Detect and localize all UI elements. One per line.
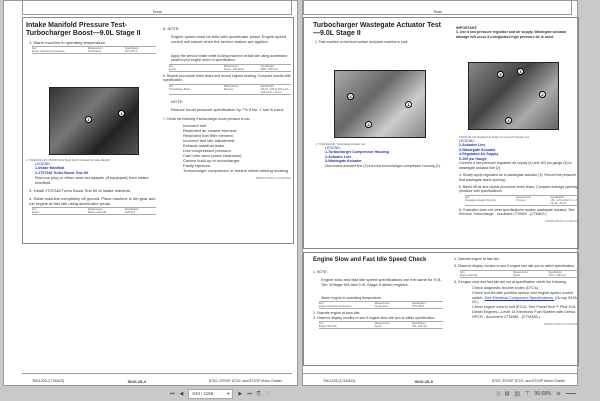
reference-id: JH30833,0000181-19-20201104 — [544, 220, 579, 224]
step-3-warning: 3. Use a low pressure regulator and air … — [456, 30, 567, 39]
intake-manifold-photo: 12 — [49, 87, 139, 155]
step-3: 3. Observe display monitor to see if eng… — [313, 315, 436, 320]
legend: LEGEND: 1-Intake Manifold 2-JT07248 Turbo … — [35, 162, 89, 175]
step-5: 5. Bleed off air and repeat procedure th… — [459, 184, 578, 194]
last-page-button[interactable]: ⏭ — [247, 391, 252, 397]
spec-table: Item Measurement Specification Engine Fast … — [460, 269, 578, 278]
zoom-slider[interactable] — [565, 393, 576, 394]
step-3-text: Connect a low pressure regulated air sup… — [459, 161, 572, 170]
step-1: 1. Park machine on flat level surface an… — [315, 40, 409, 45]
reference-id: RP69407,00001A1-19-20210623 — [255, 176, 291, 180]
step-7: 7. Check the following if turbocharger b… — [163, 116, 251, 121]
spec-table: Item Measurement Specification Wastegate Ac… — [465, 194, 579, 206]
spec-table: Item Measurement Specification Engine Slow … — [319, 321, 443, 330]
zoom-level[interactable]: 99.68% — [534, 391, 551, 397]
step-5-text: Apply the service brake while holding ma… — [171, 54, 288, 63]
intake-manifold-section: Intake Manifold Pressure Test-Turbocharg… — [22, 17, 294, 244]
note-label: NOTE: — [171, 98, 184, 104]
two-page-view-icon[interactable]: ▯▯ — [514, 390, 521, 397]
regulated-air-photo: 5324 — [468, 62, 559, 130]
checks-list: Check diagnostic trouble codes (DTCs). C… — [472, 286, 578, 319]
section-title: Engine Slow and Fast Idle Speed Check — [313, 257, 427, 263]
idle-speed-section: Engine Slow and Fast Idle Speed Check 1.… — [303, 252, 579, 366]
left-page: Tests Intake Manifold Pressure Test-Turb… — [3, 0, 298, 386]
actuator-line-photo: 312 — [334, 70, 426, 138]
continuous-view-icon[interactable]: ▤ — [505, 391, 510, 397]
note-text: Engine speed must be held with accelerat… — [171, 34, 287, 44]
warm-engine-text: Warm engine to operating temperature. — [321, 295, 382, 300]
spec-table: Item Measurement Specification Engine Speed—… — [32, 207, 156, 216]
page-footer: TM11206 (17JAN23) 9010-25-5 870G, 870GP, 8… — [303, 373, 577, 384]
zoom-out-icon[interactable]: ⊖ — [556, 391, 560, 397]
step-5-note: 5. NOTE: — [163, 26, 180, 31]
first-page-button[interactable]: ⏮ — [170, 391, 175, 397]
note-text: Reduce boost pressure specification by 7… — [171, 106, 284, 112]
step-2-text: Disconnect actuator line (2) from the tu… — [325, 163, 441, 168]
single-page-view-icon[interactable]: ▯ — [497, 391, 500, 397]
note-text: Engine slow and fast idle speed specific… — [321, 276, 442, 287]
copy-icon[interactable]: ⎘ — [257, 391, 261, 397]
spec-table: Item Measurement Specification Turbocharger… — [169, 83, 291, 95]
previous-page-button[interactable]: ◀ — [180, 391, 184, 397]
causes-list: Incorrect fuel. Restricted air cleaner el… — [183, 122, 290, 173]
step-4: 4. Slowly apply regulated air to wastega… — [459, 173, 577, 182]
step-4: 4. Operate engine at fast idle. — [454, 257, 500, 261]
step-3: 3. Install JT07248 Turbo Boost Test Kit … — [29, 188, 131, 194]
page-header: Tests — [22, 1, 292, 15]
legend: LEGEND: 2-Actuator Line 3-Wastegate Actuat… — [459, 139, 499, 161]
reference-id: JH30833,0000017-19-20201104 — [543, 323, 578, 327]
page-header: Tests — [303, 1, 572, 15]
step-5: 5. Observe display monitor to see if eng… — [454, 264, 576, 269]
spec-table: Item Measurement Specification Engine Opera… — [319, 301, 443, 310]
section-title: Turbocharger Wastegate Actuator Test—9.0… — [313, 22, 441, 37]
step-6: 6. Repeat procedure three times and reco… — [163, 73, 291, 83]
scroll-view-icon[interactable]: ⊤ — [525, 391, 529, 397]
page-footer: TM11206 (17JAN23) 9010-25-4 870G, 870GP, 8… — [22, 373, 292, 384]
electrical-specs-link[interactable]: See Electrical Component Specifications. — [485, 296, 554, 300]
page-number-input[interactable]: 643 / 1156 ▾ — [188, 388, 234, 399]
page-navigation: ⏮ ◀ 643 / 1156 ▾ ▶ ⏭ ⎘ ⊡ — [170, 386, 270, 401]
wastegate-section: Turbocharger Wastegate Actuator Test—9.0… — [303, 17, 579, 249]
view-controls: ▯ ▤ ▯▯ ⊤ 99.68% ⊖ — [497, 386, 576, 401]
step-4: 4. Raise machine completely off ground. … — [29, 196, 156, 207]
step-6: 6. If actuator does not meet specificati… — [459, 207, 575, 217]
section-title: Intake Manifold Pressure Test-Turbocharg… — [26, 22, 141, 37]
next-page-button[interactable]: ▶ — [238, 391, 242, 397]
step-1: 1. Warm machine to operating temperature… — [29, 40, 107, 46]
step-6: 6. If engine slow and fast idle are not … — [454, 279, 567, 284]
spec-table: Item Measurement Specification Engine Opera… — [32, 46, 156, 55]
step-2-text: Remove plug or either start aid adapter … — [35, 175, 149, 186]
legend: LEGEND: 1-Turbocharger Compressor Housing… — [325, 146, 389, 164]
right-page: Tests Turbocharger Wastegate Actuator Te… — [302, 0, 579, 386]
spec-table: Item Measurement Specification Engine Speed—… — [169, 63, 291, 72]
fit-page-icon[interactable]: ⊡ — [266, 391, 270, 397]
step-1-note: 1. NOTE: — [313, 269, 328, 274]
